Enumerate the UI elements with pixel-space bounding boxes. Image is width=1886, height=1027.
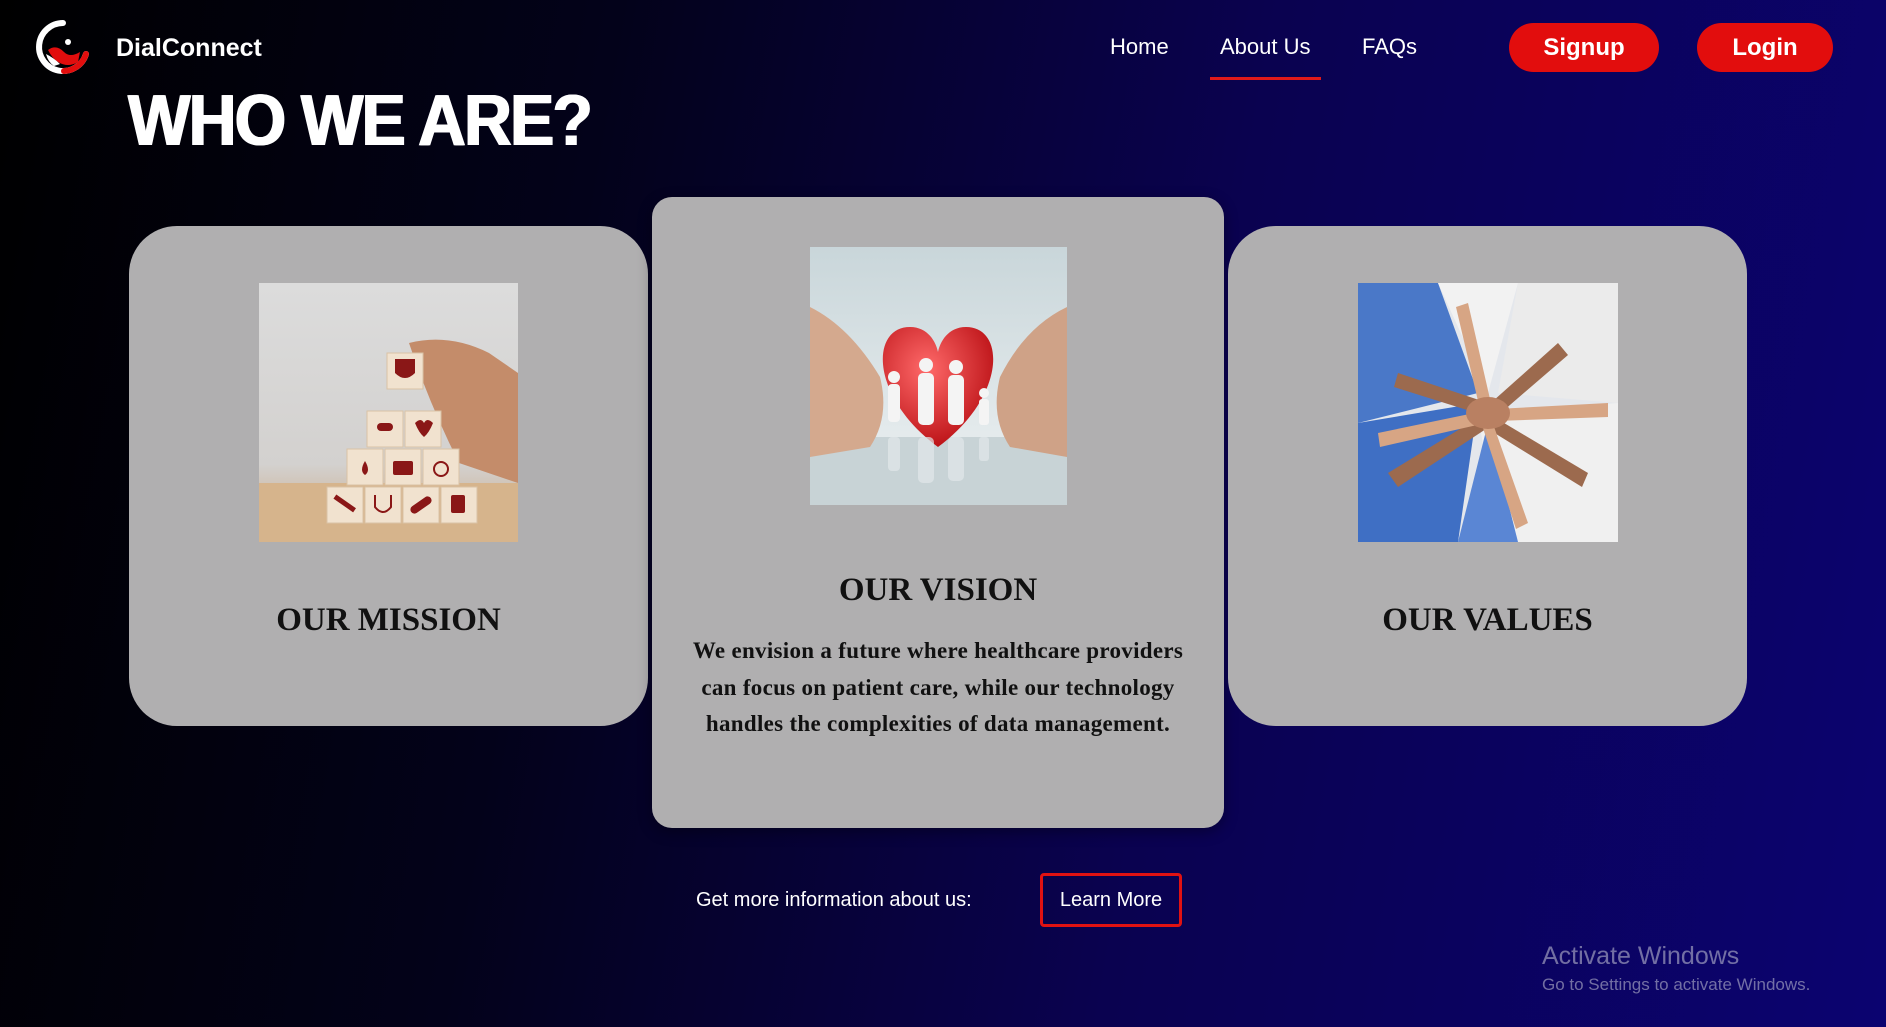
signup-button[interactable]: Signup <box>1509 23 1659 72</box>
cta-text: Get more information about us: <box>696 889 972 911</box>
activate-windows-title: Activate Windows <box>1542 942 1740 970</box>
mission-image <box>259 283 518 542</box>
vision-card: OUR VISION We envision a future where he… <box>652 197 1224 828</box>
nav-home-link[interactable]: Home <box>1110 34 1169 60</box>
vision-description: We envision a future where healthcare pr… <box>692 638 1184 736</box>
mission-title: OUR MISSION <box>276 602 501 638</box>
values-image <box>1358 283 1618 542</box>
login-button[interactable]: Login <box>1697 23 1833 72</box>
vision-image <box>810 247 1067 505</box>
values-card: OUR VALUES <box>1228 226 1747 726</box>
mission-card: OUR MISSION <box>129 226 648 726</box>
vision-title: OUR VISION <box>838 572 1038 608</box>
active-nav-indicator <box>1210 77 1321 80</box>
nav-about-link[interactable]: About Us <box>1220 34 1311 60</box>
dialconnect-logo-icon[interactable] <box>34 18 92 76</box>
nav-faqs-link[interactable]: FAQs <box>1362 34 1417 60</box>
activate-windows-subtitle: Go to Settings to activate Windows. <box>1542 975 1811 994</box>
brand-name[interactable]: DialConnect <box>116 34 262 63</box>
values-title: OUR VALUES <box>1382 602 1593 638</box>
learn-more-button[interactable]: Learn More <box>1040 873 1182 927</box>
page-title: WHO WE ARE? <box>128 81 593 161</box>
